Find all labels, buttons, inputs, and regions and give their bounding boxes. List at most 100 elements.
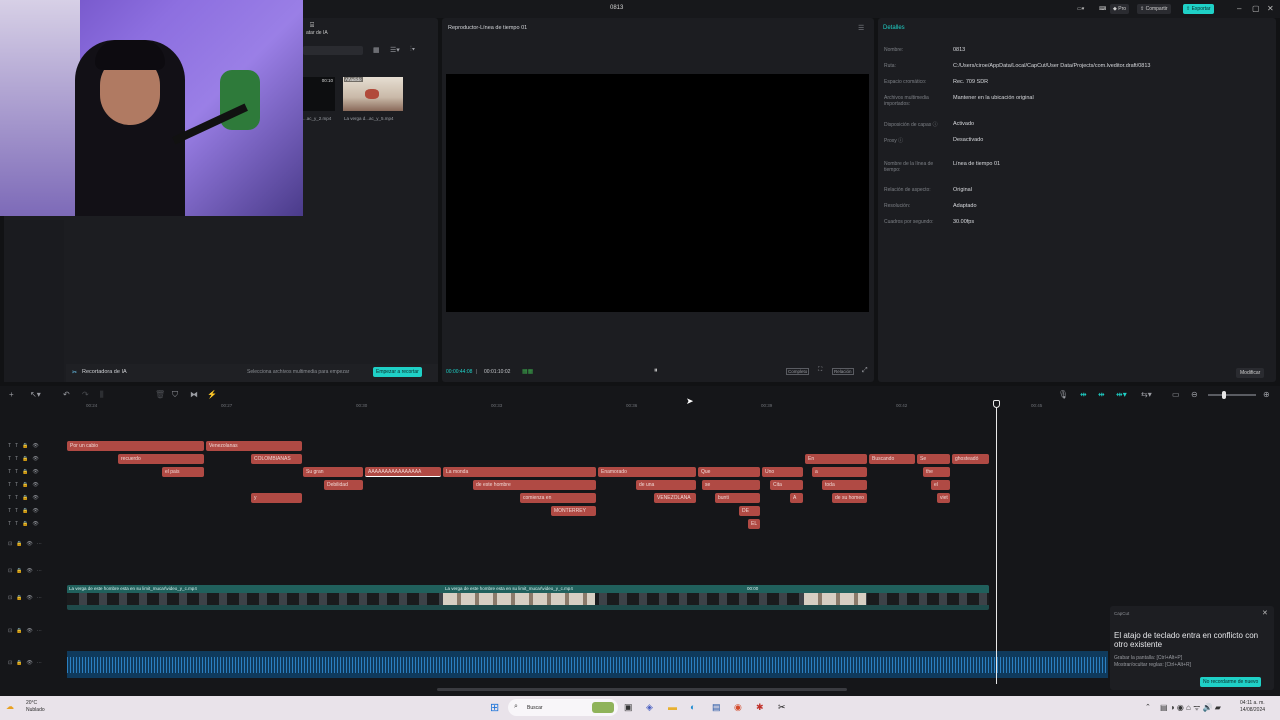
- magic-icon[interactable]: ⚡: [207, 390, 217, 399]
- playhead[interactable]: [993, 400, 1000, 684]
- menu-icon[interactable]: ☰: [858, 24, 864, 32]
- text-clip[interactable]: de este hombre: [473, 480, 596, 490]
- text-clip[interactable]: Se: [917, 454, 950, 464]
- track-controls[interactable]: ⊡🔒👁⋯: [8, 595, 46, 601]
- taskbar-search[interactable]: ⌕ Buscar: [508, 699, 618, 716]
- text-clip[interactable]: bunti: [715, 493, 760, 503]
- text-clip[interactable]: Enamorado: [598, 467, 696, 477]
- task-view-icon[interactable]: ▣: [624, 702, 633, 713]
- video-track[interactable]: La verga de este hombre esta en su limit…: [67, 585, 989, 610]
- delete-icon[interactable]: 🗑: [155, 390, 165, 399]
- text-clip[interactable]: AAAAAAAAAAAAAAAA: [365, 467, 441, 477]
- track-controls[interactable]: TT🔒👁: [8, 482, 43, 488]
- chrome-icon[interactable]: ◉: [734, 702, 742, 713]
- toast-close-icon[interactable]: ✕: [1262, 609, 1268, 617]
- filter-icon[interactable]: ⫶▾: [410, 46, 415, 54]
- text-clip[interactable]: toda: [822, 480, 867, 490]
- text-clip[interactable]: VENEZOLANA: [654, 493, 696, 503]
- text-clip[interactable]: se: [702, 480, 760, 490]
- layout-icon[interactable]: ▭▾: [1074, 4, 1087, 14]
- media-search-input[interactable]: [303, 46, 363, 55]
- dont-remind-button[interactable]: No recordarme de nuevo: [1200, 677, 1262, 687]
- sort-icon[interactable]: ☰▾: [390, 46, 400, 54]
- video-preview[interactable]: [446, 74, 869, 312]
- track-controls[interactable]: ⊡🔒👁⋯: [8, 541, 46, 547]
- text-clip[interactable]: ghosteadó: [952, 454, 989, 464]
- text-clip[interactable]: el: [931, 480, 950, 490]
- track-controls[interactable]: TT🔒👁: [8, 521, 43, 527]
- text-clip[interactable]: el pais: [162, 467, 204, 477]
- text-clip[interactable]: En: [805, 454, 867, 464]
- text-clip[interactable]: Su gran: [303, 467, 363, 477]
- timeline-scrollbar[interactable]: [437, 688, 847, 691]
- tray-icons[interactable]: ▤ ◑ ◉ ⌂ ᯤ 🔊 ▰: [1160, 702, 1221, 713]
- minimize-icon[interactable]: –: [1237, 4, 1241, 14]
- ratio-icon[interactable]: ▭: [1172, 390, 1180, 399]
- grid-view-icon[interactable]: ▦: [373, 46, 380, 54]
- track-controls[interactable]: TT🔒👁: [8, 508, 43, 514]
- close-icon[interactable]: ✕: [1267, 4, 1274, 14]
- track-controls[interactable]: ⊡🔒👁⋯: [8, 628, 46, 634]
- microphone-icon[interactable]: 🎙: [1058, 390, 1068, 399]
- undo-icon[interactable]: ↶: [63, 390, 70, 399]
- pause-icon[interactable]: ⏸: [654, 367, 658, 375]
- modify-button[interactable]: Modificar: [1236, 368, 1265, 378]
- track-controls[interactable]: TT🔒👁: [8, 495, 43, 501]
- text-clip[interactable]: DE: [739, 506, 760, 516]
- text-clip[interactable]: de una: [636, 480, 696, 490]
- text-clip[interactable]: COLOMBIANAS: [251, 454, 302, 464]
- maximize-icon[interactable]: ▢: [1252, 4, 1260, 14]
- text-clip[interactable]: Cita: [770, 480, 803, 490]
- ratio-button[interactable]: Relación: [832, 368, 854, 375]
- snap-icon[interactable]: ⇹: [1098, 390, 1105, 399]
- text-clip[interactable]: viet: [937, 493, 950, 503]
- store-icon[interactable]: ▤: [712, 702, 721, 713]
- link-icon[interactable]: ⇹: [1080, 390, 1087, 399]
- text-clip[interactable]: Que: [698, 467, 760, 477]
- track-controls[interactable]: TT🔒👁: [8, 443, 43, 449]
- widgets-icon[interactable]: ◈: [646, 702, 653, 713]
- start-icon[interactable]: ⊞: [490, 701, 499, 714]
- track-controls[interactable]: TT🔒👁: [8, 469, 43, 475]
- app-icon[interactable]: ✱: [756, 702, 764, 713]
- text-clip[interactable]: the: [923, 467, 950, 477]
- tray-chevron-icon[interactable]: ⌃: [1145, 703, 1151, 711]
- text-clip[interactable]: A: [790, 493, 803, 503]
- capcut-icon[interactable]: ✂: [778, 702, 786, 713]
- waveform-icon[interactable]: ▦▦: [522, 368, 533, 375]
- ai-tab[interactable]: ⌸ atar de IA: [306, 22, 328, 36]
- text-clip[interactable]: MONTERREY: [551, 506, 596, 516]
- media-clip-thumbnail[interactable]: 00:10: [303, 77, 335, 111]
- track-controls[interactable]: ⊡🔒👁⋯: [8, 660, 46, 666]
- crop-icon[interactable]: ⛶: [818, 367, 822, 374]
- text-clip[interactable]: a: [812, 467, 867, 477]
- redo-icon[interactable]: ↷: [82, 390, 89, 399]
- text-clip[interactable]: Venezolanas: [206, 441, 302, 451]
- text-clip[interactable]: de su homeo: [832, 493, 867, 503]
- edge-icon[interactable]: ◐: [690, 702, 695, 712]
- track-controls[interactable]: ⊡🔒👁⋯: [8, 568, 46, 574]
- audio-track[interactable]: [67, 651, 1108, 678]
- keyboard-icon[interactable]: ⌨: [1096, 4, 1109, 14]
- text-clip[interactable]: EL: [748, 519, 760, 529]
- text-clip[interactable]: La monda: [443, 467, 596, 477]
- text-clip[interactable]: Buscando: [869, 454, 915, 464]
- playhead-handle[interactable]: [993, 400, 1000, 408]
- file-explorer-icon[interactable]: ▬: [668, 702, 677, 712]
- zoom-in-icon[interactable]: ⊕: [1263, 390, 1270, 399]
- connect-icon[interactable]: ⇹▾: [1116, 390, 1127, 399]
- zoom-slider[interactable]: [1208, 391, 1256, 399]
- split-icon[interactable]: ⫼: [100, 390, 104, 400]
- shield-icon[interactable]: ⛉: [172, 390, 178, 400]
- fullscreen-icon[interactable]: ⤢: [862, 367, 868, 375]
- start-trim-button[interactable]: Empezar a recortar: [373, 367, 422, 377]
- zoom-slider-handle[interactable]: [1222, 391, 1226, 399]
- preview-axis-icon[interactable]: ⇆▾: [1141, 390, 1152, 399]
- text-clip[interactable]: Por un cabio: [67, 441, 204, 451]
- text-clip[interactable]: Uno: [762, 467, 803, 477]
- select-tool-icon[interactable]: ↖▾: [30, 390, 41, 399]
- track-controls[interactable]: TT🔒👁: [8, 456, 43, 462]
- pro-button[interactable]: ◆ Pro: [1110, 4, 1130, 14]
- text-clip[interactable]: recuerdo: [118, 454, 204, 464]
- add-icon[interactable]: +: [9, 390, 14, 399]
